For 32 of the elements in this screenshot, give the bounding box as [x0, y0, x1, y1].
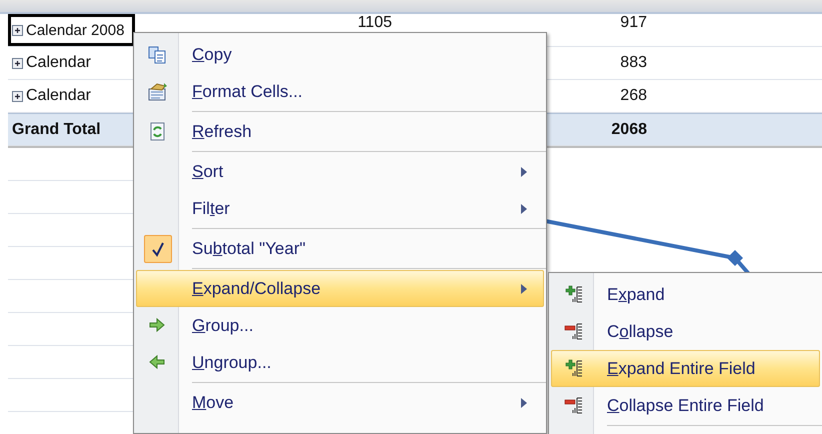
- menu-item[interactable]: Filter: [136, 190, 544, 227]
- menu-item[interactable]: Refresh: [136, 113, 544, 150]
- active-cell[interactable]: Calendar 2008: [8, 14, 135, 46]
- menu-item[interactable]: Sort: [136, 153, 544, 190]
- row-label: Calendar: [26, 87, 91, 105]
- table-cell: 883: [620, 54, 647, 72]
- plus-list-icon: [563, 359, 583, 378]
- menu-item[interactable]: Copy: [136, 36, 544, 73]
- menu-item[interactable]: Group...: [136, 307, 544, 344]
- format-cells-icon: [148, 82, 168, 101]
- minus-list-icon: [563, 322, 583, 341]
- copy-icon: [148, 45, 168, 64]
- checkbox[interactable]: [144, 234, 172, 262]
- minus-list-icon: [563, 396, 583, 415]
- menu-item[interactable]: Collapse: [551, 313, 820, 350]
- menu-item[interactable]: Expand Entire Field: [551, 350, 820, 387]
- total-label: Grand Total: [12, 120, 101, 138]
- menu-item[interactable]: Collapse Entire Field: [551, 387, 820, 424]
- menu-item[interactable]: Format Cells...: [136, 73, 544, 110]
- menu-item[interactable]: Expand: [551, 276, 820, 313]
- row-label: Calendar: [26, 54, 91, 72]
- table-cell: 1105: [358, 15, 392, 31]
- plus-list-icon: [563, 285, 583, 304]
- table-cell: 2068: [611, 120, 647, 138]
- menu-item[interactable]: Expand/Collapse: [136, 270, 544, 307]
- table-cell: 268: [620, 87, 647, 105]
- checkmark-icon: [151, 240, 165, 256]
- menu-item[interactable]: Move: [136, 384, 544, 421]
- menu-item[interactable]: Subtotal "Year": [136, 230, 544, 267]
- table-cell: 917: [620, 15, 647, 31]
- menu-item[interactable]: Ungroup...: [136, 344, 544, 381]
- row-label: Calendar 2008: [26, 22, 124, 38]
